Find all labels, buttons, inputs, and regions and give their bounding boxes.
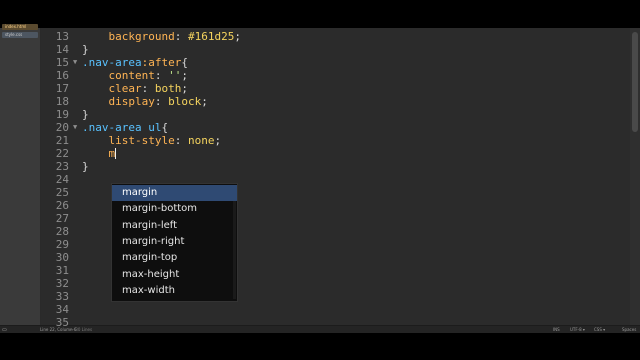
brace: } (82, 43, 89, 56)
code-line[interactable]: background: #161d25; (82, 30, 241, 43)
css-value: block (168, 95, 202, 108)
line-number: 34 (55, 303, 69, 316)
colon: : (154, 69, 169, 82)
editor-scrollbar[interactable] (630, 28, 640, 325)
code-line[interactable]: list-style: none; (82, 134, 222, 147)
css-selector: .nav-area ul (82, 121, 162, 134)
autocomplete-item[interactable]: max-height (112, 267, 237, 283)
typed-text: m (108, 147, 116, 160)
line-number: 16 (55, 69, 69, 82)
semicolon: ; (214, 134, 222, 147)
scroll-thumb[interactable] (632, 32, 638, 132)
css-value: both (154, 82, 182, 95)
line-number: 32 (55, 277, 69, 290)
line-number: 20 (55, 121, 69, 134)
colon: : (174, 30, 188, 43)
css-property: background (108, 30, 175, 43)
colon: : (154, 95, 169, 108)
brace: { (181, 56, 188, 69)
sidebar-file-style[interactable]: style.css (2, 32, 38, 38)
brace: } (82, 160, 89, 173)
editor-window: index.html style.css background: #161d25… (0, 24, 640, 334)
semicolon: ; (181, 82, 188, 95)
line-number: 31 (55, 264, 69, 277)
line-number: 15 (55, 56, 69, 69)
autocomplete-item[interactable]: max-width (112, 283, 237, 299)
line-number: 22 (55, 147, 69, 160)
autocomplete-item[interactable]: margin-left (112, 218, 237, 234)
autocomplete-item[interactable]: margin-right (112, 234, 237, 250)
colon: : (141, 82, 155, 95)
css-selector: .nav-area (82, 56, 142, 69)
code-line[interactable]: m (82, 147, 117, 160)
code-line[interactable]: } (82, 160, 89, 173)
code-line[interactable]: content: ''; (82, 69, 188, 82)
autocomplete-item[interactable]: margin-top (112, 250, 237, 266)
line-number: 28 (55, 225, 69, 238)
letterbox-bottom (0, 333, 640, 360)
brace: } (82, 108, 89, 121)
semicolon: ; (181, 69, 188, 82)
autocomplete-popup[interactable]: margin margin-bottom margin-left margin-rig… (111, 183, 238, 302)
brace: { (161, 121, 169, 134)
sidebar-file-index[interactable]: index.html (2, 24, 38, 30)
line-number: 13 (55, 30, 69, 43)
fold-arrow-icon[interactable]: ▼ (73, 121, 77, 134)
line-number: 25 (55, 186, 69, 199)
code-line[interactable]: display: block; (82, 95, 208, 108)
line-number: 33 (55, 290, 69, 303)
semicolon: ; (201, 95, 208, 108)
line-number: 30 (55, 251, 69, 264)
fold-arrow-icon[interactable]: ▼ (73, 56, 77, 69)
code-line[interactable]: } (82, 43, 89, 56)
line-number: 17 (55, 82, 69, 95)
line-number: 26 (55, 199, 69, 212)
css-value: none (187, 134, 215, 147)
line-number: 19 (55, 108, 69, 121)
line-number: 29 (55, 238, 69, 251)
line-number: 14 (55, 43, 69, 56)
line-number: 23 (55, 160, 69, 173)
autocomplete-item[interactable]: margin-bottom (112, 201, 237, 217)
autocomplete-item[interactable]: margin (112, 185, 237, 201)
line-number: 24 (55, 173, 69, 186)
css-property: list-style (108, 134, 175, 147)
line-number: 35 (55, 316, 69, 329)
code-line[interactable]: } (82, 108, 89, 121)
semicolon: ; (234, 30, 241, 43)
code-line[interactable]: .nav-area ul{ (82, 121, 168, 134)
line-number: 18 (55, 95, 69, 108)
file-sidebar: index.html style.css (0, 24, 41, 325)
code-line[interactable]: .nav-area:after{ (82, 56, 188, 69)
line-number: 27 (55, 212, 69, 225)
code-line[interactable]: clear: both; (82, 82, 189, 95)
css-property: content (108, 69, 155, 82)
css-property: display (108, 95, 155, 108)
line-number: 21 (55, 134, 69, 147)
colon: : (174, 134, 188, 147)
css-pseudo: :after (141, 56, 182, 69)
letterbox-top (0, 0, 640, 28)
css-value: #161d25 (187, 30, 235, 43)
css-property: clear (108, 82, 142, 95)
text-cursor (115, 148, 117, 159)
css-value: '' (168, 69, 182, 82)
